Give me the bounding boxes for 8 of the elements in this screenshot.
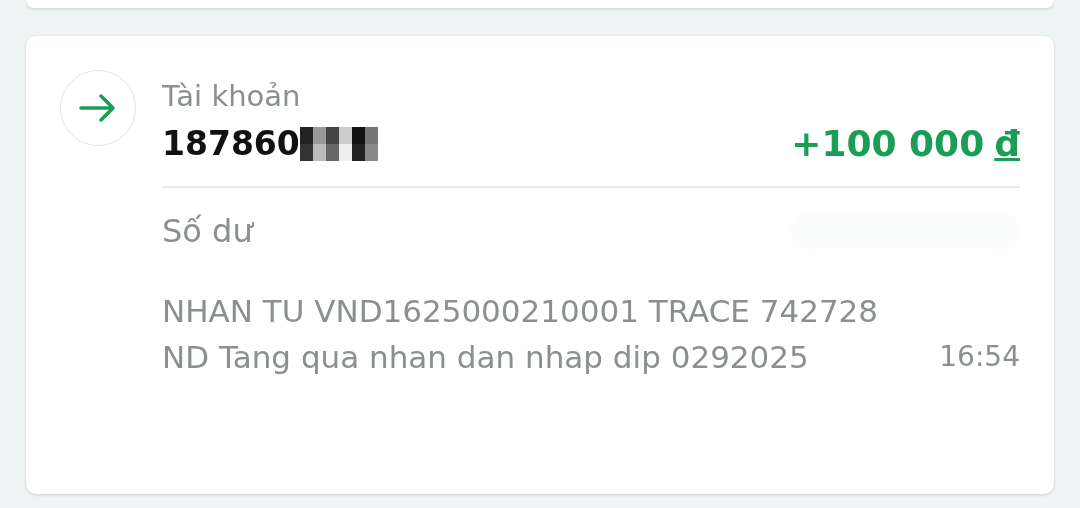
transaction-time: 16:54 xyxy=(939,339,1020,375)
amount: +100 000 xyxy=(791,123,985,164)
balance-label: Số dư xyxy=(162,212,253,250)
account-label: Tài khoản xyxy=(162,82,302,111)
account-number: 187860 xyxy=(162,124,300,163)
transaction-description: NHAN TU VND1625000210001 TRACE 742728 ND Tang qua nhan dan nhap dip 0292025 xyxy=(162,292,880,377)
arrow-right-icon xyxy=(79,93,117,123)
currency: đ xyxy=(994,123,1020,164)
